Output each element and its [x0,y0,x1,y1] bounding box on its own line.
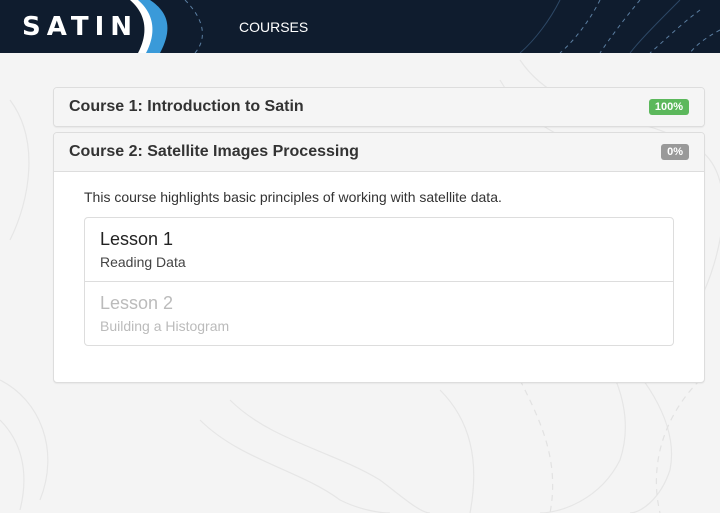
course-2-description: This course highlights basic principles … [84,189,502,205]
nav-link-courses[interactable]: COURSES [239,18,308,36]
top-navbar: SATIN COURSES [0,0,720,53]
course-1-header[interactable]: Course 1: Introduction to Satin 100% [54,88,704,126]
course-2-progress-badge: 0% [661,144,689,160]
course-panel-1: Course 1: Introduction to Satin 100% [53,87,705,127]
lesson-2-title: Lesson 2 [100,293,174,313]
lesson-2-subtitle: Building a Histogram [100,318,230,334]
lesson-1-title: Lesson 1 [100,229,174,249]
courses-accordion: Course 1: Introduction to Satin 100% Cou… [53,87,705,388]
lesson-1-subtitle: Reading Data [100,254,186,270]
course-1-title: Course 1: Introduction to Satin [69,98,304,115]
lesson-list: Lesson 1 Reading Data Lesson 2 Building … [84,217,674,346]
course-2-body: This course highlights basic principles … [54,172,704,382]
logo[interactable]: SATIN [0,0,175,53]
logo-text: SATIN [22,12,138,42]
lesson-item-1[interactable]: Lesson 1 Reading Data [85,218,673,281]
course-1-progress-badge: 100% [648,99,689,115]
course-2-header[interactable]: Course 2: Satellite Images Processing 0% [54,133,704,172]
lesson-item-2: Lesson 2 Building a Histogram [85,281,673,345]
course-2-title: Course 2: Satellite Images Processing [69,143,359,160]
course-panel-2: Course 2: Satellite Images Processing 0%… [53,132,705,383]
